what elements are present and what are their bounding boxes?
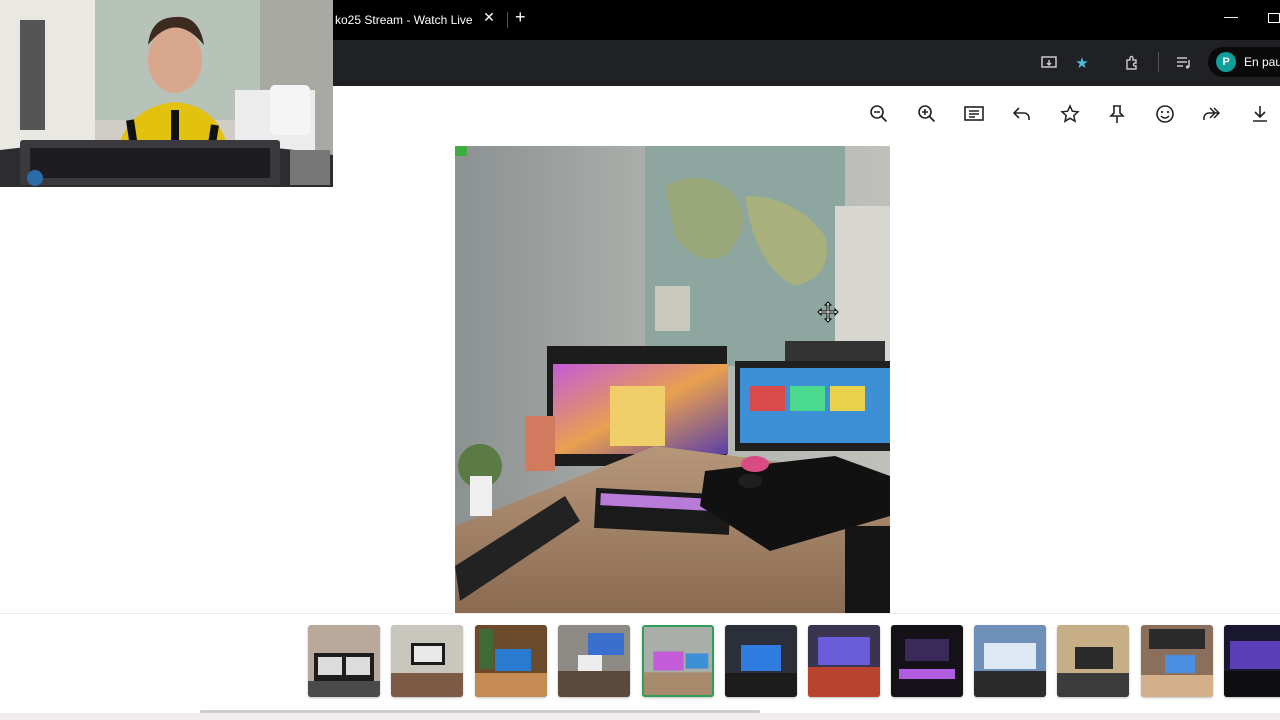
move-cursor-icon xyxy=(817,301,839,323)
thumbnail[interactable] xyxy=(725,625,797,697)
extensions-icon[interactable] xyxy=(1121,52,1143,74)
webcam-overlay xyxy=(0,0,333,187)
caption-button[interactable] xyxy=(960,102,988,130)
thumbnail[interactable] xyxy=(974,625,1046,697)
star-icon xyxy=(1060,103,1080,129)
caption-icon xyxy=(963,104,985,129)
tab-divider xyxy=(507,12,508,28)
bookmark-star-icon[interactable]: ★ xyxy=(1071,52,1093,74)
tab-title[interactable]: ko25 Stream - Watch Live xyxy=(335,13,473,27)
react-button[interactable] xyxy=(1151,102,1179,130)
thumbnail[interactable] xyxy=(891,625,963,697)
download-button[interactable] xyxy=(1246,102,1274,130)
thumbnail[interactable] xyxy=(308,625,380,697)
maximize-icon[interactable] xyxy=(1268,13,1280,23)
forward-button[interactable] xyxy=(1198,102,1226,130)
zoom-in-button[interactable] xyxy=(913,102,941,130)
main-image[interactable] xyxy=(455,146,890,613)
favorite-button[interactable] xyxy=(1056,102,1084,130)
zoom-in-icon xyxy=(917,104,937,129)
thumbnail[interactable] xyxy=(558,625,630,697)
minimize-icon[interactable]: — xyxy=(1224,8,1238,24)
media-controls-icon[interactable] xyxy=(1173,52,1195,74)
plus-icon[interactable]: + xyxy=(515,7,526,28)
zoom-out-button[interactable] xyxy=(865,102,893,130)
reply-button[interactable] xyxy=(1008,102,1036,130)
zoom-out-icon xyxy=(869,104,889,129)
toolbar-divider xyxy=(1158,52,1159,72)
thumbnail[interactable] xyxy=(1224,625,1280,697)
pin-icon xyxy=(1107,104,1127,129)
thumbnail[interactable] xyxy=(1057,625,1129,697)
avatar: P xyxy=(1216,52,1236,72)
thumbnail[interactable] xyxy=(808,625,880,697)
install-app-icon[interactable] xyxy=(1039,52,1061,74)
reply-icon xyxy=(1012,104,1032,129)
forward-icon xyxy=(1201,104,1223,129)
bottom-edge xyxy=(0,713,1280,720)
thumbnail-selected[interactable] xyxy=(642,625,714,697)
pin-button[interactable] xyxy=(1103,102,1131,130)
thumbnail[interactable] xyxy=(475,625,547,697)
smiley-icon xyxy=(1155,104,1175,129)
download-icon xyxy=(1250,104,1270,129)
thumbnail[interactable] xyxy=(1141,625,1213,697)
profile-status: En paus xyxy=(1244,55,1280,69)
profile-button[interactable]: P En paus xyxy=(1208,47,1280,77)
thumbnail[interactable] xyxy=(391,625,463,697)
close-icon[interactable]: ✕ xyxy=(482,9,496,26)
